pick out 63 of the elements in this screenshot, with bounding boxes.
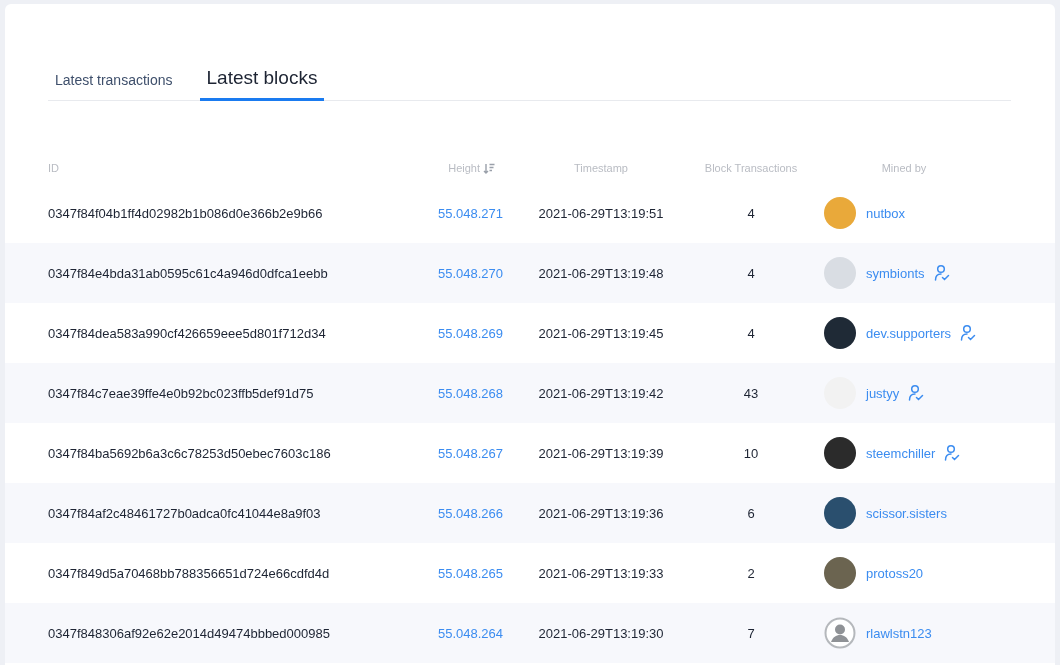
column-header-label: Block Transactions	[704, 162, 798, 174]
transaction-count: 4	[747, 325, 755, 341]
block-id: 0347f84f04b1ff4d02982b1b086d0e366b2e9b66	[48, 205, 323, 221]
block-id: 0347f84af2c48461727b0adca0fc41044e8a9f03	[48, 505, 321, 521]
column-header-label: Mined by	[881, 162, 927, 174]
transaction-count: 6	[747, 505, 755, 521]
height-link[interactable]: 55.048.267	[437, 445, 503, 461]
block-id: 0347f84c7eae39ffe4e0b92bc023ffb5def91d75	[48, 385, 314, 401]
tab[interactable]: Latest blocks	[199, 67, 325, 101]
table-row[interactable]: 0347f84f04b1ff4d02982b1b086d0e366b2e9b66 55.048.271 2021-06-29T13:19:51 4 nutbox	[5, 183, 1055, 243]
avatar-placeholder	[824, 257, 856, 289]
transaction-count: 7	[747, 625, 755, 641]
height-link[interactable]: 55.048.265	[437, 565, 503, 581]
column-header-label: Timestamp	[574, 162, 628, 174]
column-header-label: Height	[448, 162, 480, 174]
table-row[interactable]: 0347f849d5a70468bb788356651d724e66cdfd4d 55.048.265 2021-06-29T13:19:33 2 protoss20	[5, 543, 1055, 603]
block-id: 0347f84ba5692b6a3c6c78253d50ebec7603c186	[48, 445, 331, 461]
table-row[interactable]: 0347f848306af92e62e2014d49474bbbed000985 55.048.264 2021-06-29T13:19:30 7 rlawlstn123	[5, 603, 1055, 663]
avatar-icon	[824, 617, 856, 649]
miner-link[interactable]: rlawlstn123	[866, 625, 932, 641]
table-row[interactable]: 0347f84af2c48461727b0adca0fc41044e8a9f03 55.048.266 2021-06-29T13:19:36 6 scissor.sisters	[5, 483, 1055, 543]
avatar-placeholder	[824, 497, 856, 529]
height-link[interactable]: 55.048.264	[437, 625, 503, 641]
timestamp: 2021-06-29T13:19:48	[538, 265, 664, 281]
sort-icon[interactable]	[483, 162, 495, 174]
table-row[interactable]: 0347f84e4bda31ab0595c61c4a946d0dfca1eebb 55.048.270 2021-06-29T13:19:48 4 symbionts	[5, 243, 1055, 303]
timestamp: 2021-06-29T13:19:33	[538, 565, 664, 581]
avatar-placeholder	[824, 317, 856, 349]
miner-link[interactable]: protoss20	[866, 565, 924, 581]
transaction-count: 10	[743, 445, 759, 461]
miner-link[interactable]: steemchiller	[866, 445, 936, 461]
timestamp: 2021-06-29T13:19:39	[538, 445, 664, 461]
height-link[interactable]: 55.048.269	[437, 325, 503, 341]
height-link[interactable]: 55.048.268	[437, 385, 503, 401]
timestamp: 2021-06-29T13:19:45	[538, 325, 664, 341]
timestamp: 2021-06-29T13:19:36	[538, 505, 664, 521]
block-id: 0347f84e4bda31ab0595c61c4a946d0dfca1eebb	[48, 265, 328, 281]
avatar-placeholder	[824, 557, 856, 589]
table-row[interactable]: 0347f84dea583a990cf426659eee5d801f712d34 55.048.269 2021-06-29T13:19:45 4 dev.supporters	[5, 303, 1055, 363]
miner-link[interactable]: nutbox	[866, 205, 906, 221]
avatar-placeholder	[824, 437, 856, 469]
timestamp: 2021-06-29T13:19:42	[538, 385, 664, 401]
tab[interactable]: Latest transactions	[48, 72, 180, 101]
block-id: 0347f849d5a70468bb788356651d724e66cdfd4d	[48, 565, 330, 581]
table-row[interactable]: 0347f84c7eae39ffe4e0b92bc023ffb5def91d75 55.048.268 2021-06-29T13:19:42 43 justyy	[5, 363, 1055, 423]
transaction-count: 43	[743, 385, 759, 401]
table-row[interactable]: 0347f84ba5692b6a3c6c78253d50ebec7603c186 55.048.267 2021-06-29T13:19:39 10 steemchiller	[5, 423, 1055, 483]
height-link[interactable]: 55.048.266	[437, 505, 503, 521]
transaction-count: 2	[747, 565, 755, 581]
height-link[interactable]: 55.048.270	[437, 265, 503, 281]
timestamp: 2021-06-29T13:19:51	[538, 205, 664, 221]
miner-link[interactable]: justyy	[866, 385, 900, 401]
block-id: 0347f848306af92e62e2014d49474bbbed000985	[48, 625, 330, 641]
height-link[interactable]: 55.048.271	[437, 205, 503, 221]
miner-link[interactable]: scissor.sisters	[866, 505, 947, 521]
avatar-placeholder	[824, 197, 856, 229]
miner-link[interactable]: dev.supporters	[866, 325, 952, 341]
miner-link[interactable]: symbionts	[866, 265, 925, 281]
block-id: 0347f84dea583a990cf426659eee5d801f712d34	[48, 325, 326, 341]
column-header-label: ID	[48, 162, 59, 174]
transaction-count: 4	[747, 265, 755, 281]
transaction-count: 4	[747, 205, 755, 221]
timestamp: 2021-06-29T13:19:30	[538, 625, 664, 641]
